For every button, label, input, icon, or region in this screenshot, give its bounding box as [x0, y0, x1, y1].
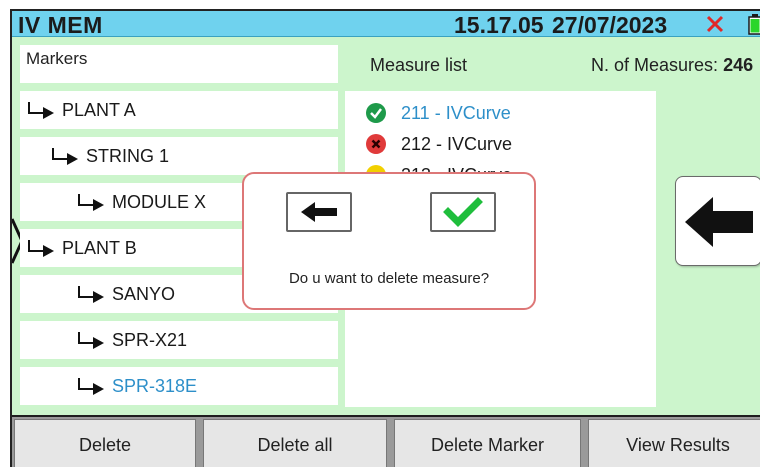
ok-status-icon — [366, 103, 386, 123]
branch-arrow-icon — [78, 194, 104, 211]
delete-button[interactable]: Delete — [14, 419, 196, 467]
battery-icon — [748, 14, 760, 35]
branch-arrow-icon — [52, 148, 78, 165]
error-status-icon — [366, 134, 386, 154]
branch-arrow-icon — [78, 286, 104, 303]
marker-label: MODULE X — [112, 191, 207, 212]
confirm-button[interactable] — [430, 192, 496, 232]
marker-label: SPR-318E — [112, 375, 198, 396]
measure-label: 212 - IVCurve — [401, 133, 513, 154]
cancel-button[interactable] — [286, 192, 352, 232]
marker-item-spr-x21[interactable]: SPR-X21 — [20, 321, 338, 359]
measure-count-label: N. of Measures: — [591, 55, 719, 75]
marker-label: SANYO — [112, 283, 176, 304]
measure-label: 211 - IVCurve — [401, 102, 511, 123]
app-title: IV MEM — [18, 12, 103, 38]
clock: 15.17.05 — [454, 12, 544, 38]
measure-item-212[interactable]: 212 - IVCurve — [365, 130, 512, 158]
branch-arrow-icon — [78, 332, 104, 349]
measure-item-211[interactable]: 211 - IVCurve — [365, 99, 511, 127]
x-icon — [706, 15, 724, 33]
measure-count-value: 246 — [723, 55, 754, 75]
dialog-message: Do u want to delete measure? — [288, 270, 490, 287]
marker-item-string-1[interactable]: STRING 1 — [20, 137, 338, 175]
check-icon — [443, 197, 483, 227]
delete-confirm-dialog: Do u want to delete measure? — [242, 172, 536, 310]
back-button[interactable] — [675, 176, 760, 266]
arrow-left-icon — [301, 202, 337, 222]
marker-item-plant-a[interactable]: PLANT A — [20, 91, 338, 129]
bottom-toolbar: Delete Delete all Delete Marker View Res… — [12, 415, 760, 467]
branch-arrow-icon — [28, 240, 54, 257]
marker-label: STRING 1 — [86, 145, 170, 166]
markers-header: Markers — [20, 45, 338, 83]
marker-label: PLANT A — [62, 99, 136, 120]
delete-all-button[interactable]: Delete all — [203, 419, 387, 467]
view-results-button[interactable]: View Results — [588, 419, 760, 467]
marker-label: SPR-X21 — [112, 329, 188, 350]
measure-count: N. of Measures: 246 — [591, 55, 753, 76]
branch-arrow-icon — [78, 378, 104, 395]
marker-item-spr-318e[interactable]: SPR-318E — [20, 367, 338, 405]
marker-label: PLANT B — [62, 237, 137, 258]
measure-list-title: Measure list — [370, 55, 468, 75]
branch-arrow-icon — [28, 102, 54, 119]
header-bar: IV MEM 15.17.05 27/07/2023 — [12, 11, 760, 38]
date: 27/07/2023 — [552, 12, 668, 38]
delete-marker-button[interactable]: Delete Marker — [394, 419, 581, 467]
iv-mem-screen: IV MEM 15.17.05 27/07/2023 Markers PLANT… — [10, 9, 760, 467]
arrow-left-icon — [685, 197, 753, 247]
